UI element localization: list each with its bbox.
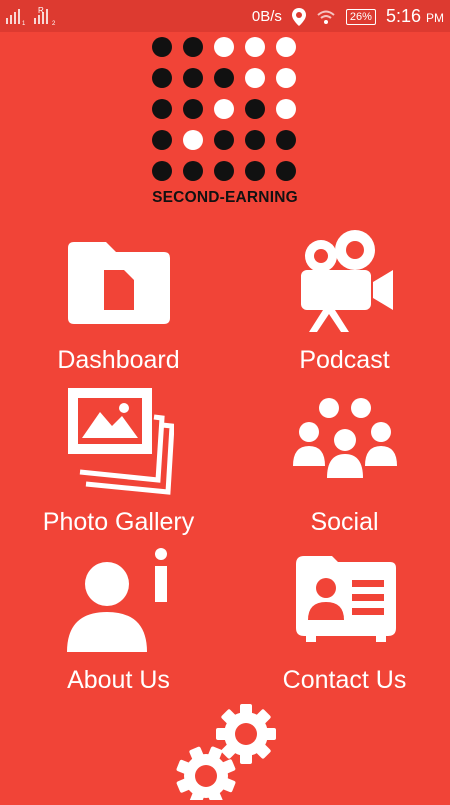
logo-dot-light: [183, 130, 203, 150]
clock-ampm: PM: [426, 11, 444, 25]
logo-dot-dark: [276, 161, 296, 181]
contact-us-label: Contact Us: [282, 666, 407, 694]
logo-text: SECOND-EARNING: [152, 189, 298, 206]
logo-dot-dark: [152, 161, 172, 181]
logo-dot-dark: [245, 130, 265, 150]
about-us-button[interactable]: About Us: [6, 546, 231, 706]
logo-dot-dark: [214, 130, 234, 150]
video-camera-icon: [300, 230, 393, 332]
podcast-label: Podcast: [299, 346, 390, 374]
logo-dot-light: [276, 68, 296, 88]
logo-dot-dark: [183, 68, 203, 88]
signal-icon: 1 R 2: [6, 6, 56, 27]
battery-icon: 26%: [345, 8, 376, 25]
user-info-icon: [66, 548, 167, 652]
svg-text:R: R: [38, 6, 44, 15]
logo-dot-dark: [183, 99, 203, 119]
signal-icons: 1 R 2: [6, 6, 66, 31]
folder-document-icon: [67, 242, 170, 324]
photo-gallery-label: Photo Gallery: [42, 508, 195, 536]
logo-dot-light: [276, 99, 296, 119]
logo-dot-dark: [152, 37, 172, 57]
clock: 5:16 PM: [386, 6, 444, 27]
dashboard-label: Dashboard: [57, 346, 180, 374]
logo-dot-dark: [152, 99, 172, 119]
network-speed: 0B/s: [251, 8, 282, 25]
logo-dot-dark: [183, 161, 203, 181]
settings-gears-icon: [176, 704, 276, 805]
settings-button[interactable]: [170, 700, 280, 805]
logo-dot-dark: [152, 68, 172, 88]
logo-dot-light: [276, 37, 296, 57]
logo-dot-dark: [152, 130, 172, 150]
svg-text:1: 1: [22, 21, 26, 26]
logo-dot-dark: [214, 68, 234, 88]
svg-text:2: 2: [52, 21, 56, 26]
logo-dot-dark: [245, 161, 265, 181]
photo-gallery-icon: [67, 388, 174, 495]
photo-gallery-button[interactable]: Photo Gallery: [6, 388, 231, 548]
app-logo: SECOND-EARNING: [148, 37, 302, 206]
logo-dot-dark: [214, 161, 234, 181]
about-us-label: About Us: [67, 666, 170, 694]
social-label: Social: [310, 508, 379, 536]
logo-dot-light: [214, 99, 234, 119]
contact-us-button[interactable]: Contact Us: [232, 546, 450, 706]
logo-dot-dark: [183, 37, 203, 57]
logo-dot-grid: [152, 37, 302, 181]
status-bar: 1 R 2 0B/s 26% 5:16 PM: [0, 0, 450, 32]
podcast-button[interactable]: Podcast: [232, 230, 450, 390]
logo-dot-light: [245, 68, 265, 88]
clock-time: 5:16: [385, 6, 421, 26]
people-group-icon: [292, 398, 397, 478]
logo-dot-dark: [276, 130, 296, 150]
logo-dot-light: [214, 37, 234, 57]
logo-dot-light: [245, 37, 265, 57]
logo-dot-dark: [245, 99, 265, 119]
dashboard-button[interactable]: Dashboard: [6, 230, 231, 390]
social-button[interactable]: Social: [232, 388, 450, 548]
wifi-icon: [317, 10, 335, 24]
contact-card-icon: [295, 556, 396, 642]
location-icon: [291, 7, 306, 26]
